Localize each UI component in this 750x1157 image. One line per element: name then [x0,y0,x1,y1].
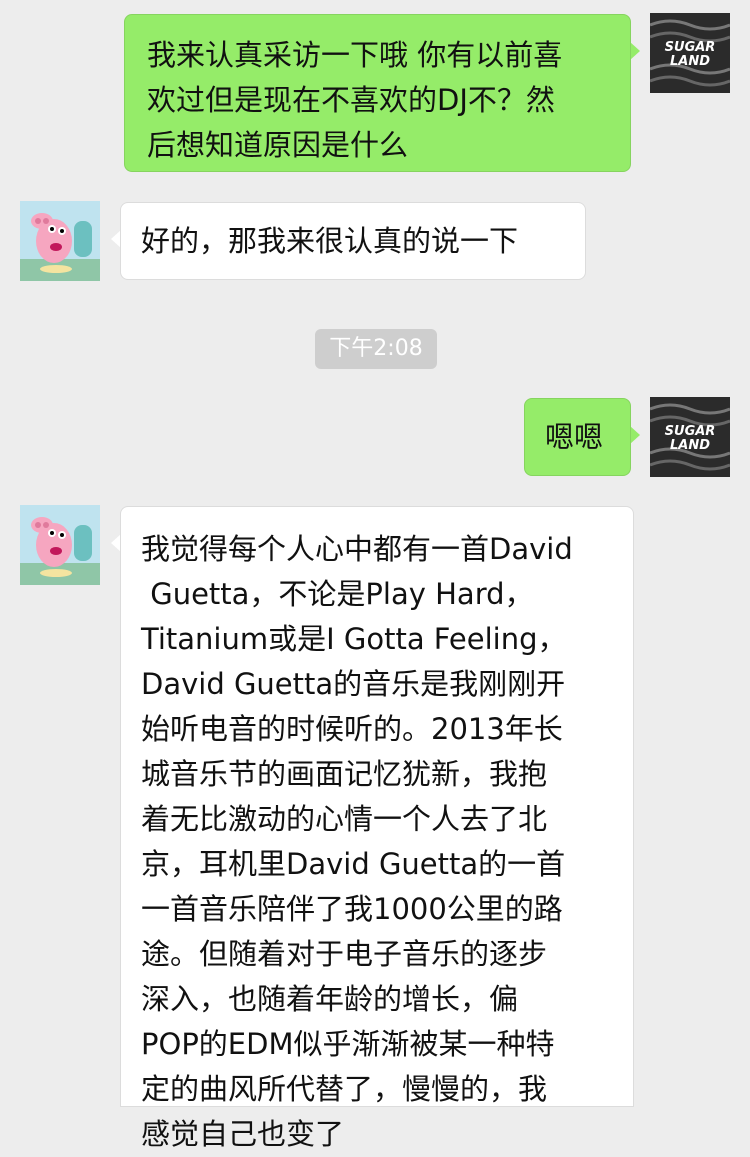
message-line: David Guetta的音乐是我刚刚开 [141,667,566,701]
message-line: 着无比激动的心情一个人去了北 [141,802,548,836]
sugarland-logo-icon: SUGAR LAND [650,397,730,477]
bubble-tail [630,426,640,444]
message-bubble-other[interactable]: 好的，那我来很认真的说一下 [120,202,586,280]
message-bubble-other[interactable]: 我觉得每个人心中都有一首David Guetta，不论是Play Hard， T… [120,506,634,1151]
message-bubble-self[interactable]: 我来认真采访一下哦 你有以前喜 欢过但是现在不喜欢的DJ不？然 后想知道原因是什… [124,14,631,172]
sugarland-avatar[interactable]: SUGAR LAND [650,13,730,93]
peppa-pig-icon [20,201,100,281]
peppa-pig-avatar[interactable] [20,505,100,585]
message-line: Titanium或是I Gotta Feeling， [141,622,567,656]
message-line: 好的，那我来很认真的说一下 [141,224,519,258]
message-line: 始听电音的时候听的。2013年长 [141,712,563,746]
message-line: Guetta，不论是Play Hard， [141,577,534,611]
logo-text-bottom: LAND [670,438,710,453]
message-line: 欢过但是现在不喜欢的DJ不？然 [147,83,555,117]
logo-text-top: SUGAR [665,424,716,439]
logo-text-bottom: LAND [670,54,710,69]
message-line: 京，耳机里David Guetta的一首 [141,847,566,881]
message-line: 城音乐节的画面记忆犹新，我抱 [141,757,548,791]
sugarland-avatar[interactable]: SUGAR LAND [650,397,730,477]
peppa-pig-icon [20,505,100,585]
message-line: 深入，也随着年龄的增长，偏 [141,982,519,1016]
message-line: 嗯嗯 [545,420,604,454]
peppa-pig-avatar[interactable] [20,201,100,281]
message-line: 定的曲风所代替了，慢慢的，我 [141,1072,548,1106]
bubble-tail [630,42,640,60]
message-line: 感觉自己也变了 [141,1117,345,1151]
timestamp-badge: 下午2:08 [315,329,437,369]
message-line: 我来认真采访一下哦 你有以前喜 [147,38,563,72]
sugarland-logo-icon: SUGAR LAND [650,13,730,93]
message-line: 我觉得每个人心中都有一首David [141,532,573,566]
message-line: 后想知道原因是什么 [147,128,409,162]
message-line: 途。但随着对于电子音乐的逐步 [141,937,548,971]
message-line: 一首音乐陪伴了我1000公里的路 [141,892,563,926]
message-line: POP的EDM似乎渐渐被某一种特 [141,1027,555,1061]
logo-text-top: SUGAR [665,40,716,55]
message-bubble-self[interactable]: 嗯嗯 [524,398,631,476]
